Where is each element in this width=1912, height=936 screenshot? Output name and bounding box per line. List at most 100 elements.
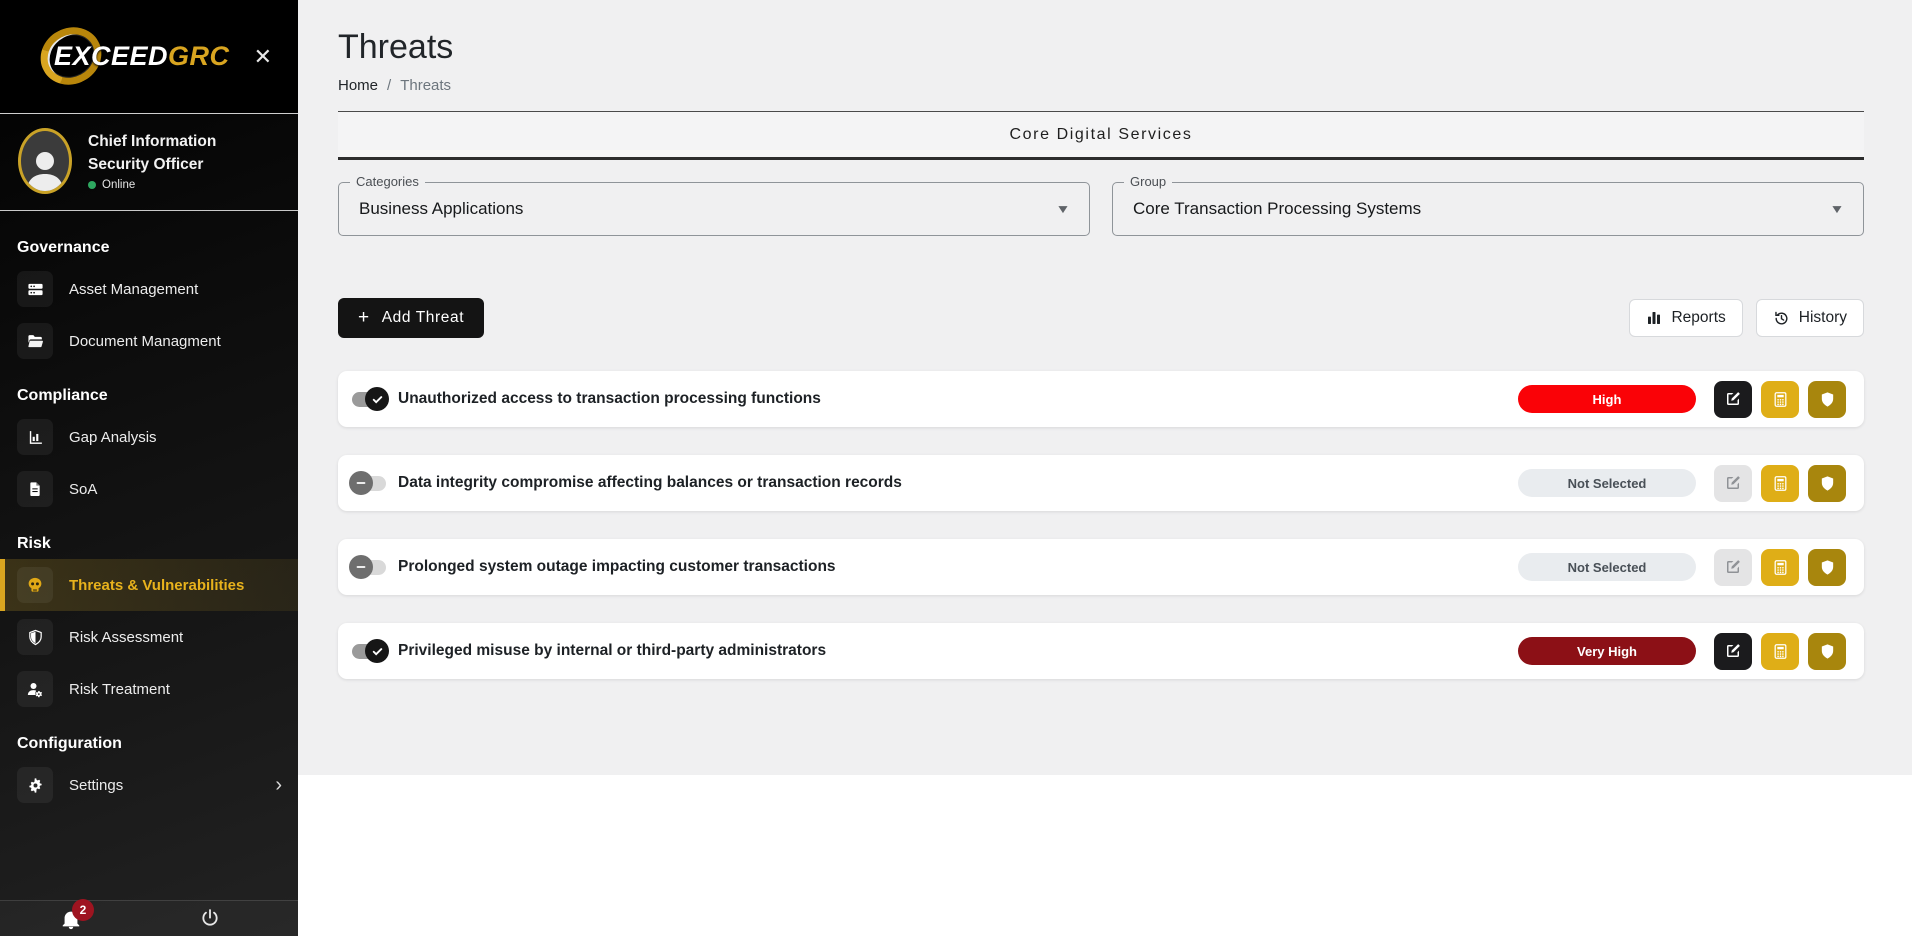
- logout-button[interactable]: [200, 908, 220, 928]
- threat-toggle[interactable]: [352, 476, 386, 491]
- reports-button[interactable]: Reports: [1629, 299, 1742, 337]
- calculator-icon: [1772, 391, 1789, 408]
- avatar: [18, 128, 72, 194]
- calculator-button[interactable]: [1761, 549, 1799, 586]
- threat-name: Prolonged system outage impacting custom…: [398, 558, 836, 576]
- notification-badge: 2: [72, 899, 94, 921]
- toggle-thumb: [349, 471, 373, 495]
- categories-select-value: Business Applications: [359, 199, 523, 219]
- toolbar-right: Reports History: [1629, 299, 1864, 337]
- user-role: Chief Information Security Officer: [88, 131, 280, 176]
- file-icon: [17, 471, 53, 507]
- online-dot-icon: [88, 181, 96, 189]
- edit-pencil-icon: [1724, 474, 1742, 492]
- sidebar-item-risk-treatment[interactable]: Risk Treatment: [0, 663, 298, 715]
- user-meta: Chief Information Security Officer Onlin…: [88, 131, 280, 191]
- edit-pencil-icon: [1724, 642, 1742, 660]
- threat-name: Data integrity compromise affecting bala…: [398, 474, 902, 492]
- sidebar-item-label: Risk Treatment: [69, 681, 170, 698]
- check-icon: [371, 645, 384, 658]
- severity-badge: Not Selected: [1518, 469, 1696, 497]
- plus-icon: +: [358, 307, 370, 329]
- page-title: Threats: [338, 28, 1864, 67]
- group-select[interactable]: Group Core Transaction Processing System…: [1112, 182, 1864, 236]
- threat-toggle[interactable]: [352, 560, 386, 575]
- calculator-button[interactable]: [1761, 465, 1799, 502]
- sidebar: EXCEEDGRC ✕ Chief Information Security O…: [0, 0, 298, 936]
- shield-button[interactable]: [1808, 465, 1846, 502]
- dropdown-arrow-icon: ▼: [1829, 202, 1844, 216]
- sidebar-item-document-management[interactable]: Document Managment: [0, 315, 298, 367]
- breadcrumb: Home / Threats: [338, 77, 1864, 94]
- group-select-value: Core Transaction Processing Systems: [1133, 199, 1421, 219]
- sidebar-header: EXCEEDGRC ✕: [0, 0, 298, 114]
- close-icon[interactable]: ✕: [254, 46, 272, 68]
- shield-icon: [1819, 559, 1836, 576]
- threat-row-actions: Very High: [1518, 633, 1846, 670]
- calculator-icon: [1772, 643, 1789, 660]
- edit-button[interactable]: [1714, 633, 1752, 670]
- sidebar-item-label: Threats & Vulnerabilities: [69, 577, 244, 594]
- bar-chart-icon: [1646, 310, 1662, 326]
- sidebar-item-label: SoA: [69, 481, 97, 498]
- shield-button[interactable]: [1808, 549, 1846, 586]
- calculator-button[interactable]: [1761, 633, 1799, 670]
- sidebar-item-risk-assessment[interactable]: Risk Assessment: [0, 611, 298, 663]
- history-clock-icon: [1773, 310, 1790, 327]
- sidebar-item-asset-management[interactable]: Asset Management: [0, 263, 298, 315]
- severity-badge: Not Selected: [1518, 553, 1696, 581]
- folder-open-icon: [17, 323, 53, 359]
- user-profile[interactable]: Chief Information Security Officer Onlin…: [0, 114, 298, 211]
- categories-select-label: Categories: [350, 174, 425, 189]
- shield-half-icon: [17, 619, 53, 655]
- shield-icon: [1819, 643, 1836, 660]
- sidebar-item-label: Document Managment: [69, 333, 221, 350]
- shield-button[interactable]: [1808, 381, 1846, 418]
- shield-icon: [1819, 475, 1836, 492]
- toggle-thumb: [365, 639, 389, 663]
- user-gear-icon: [17, 671, 53, 707]
- edit-pencil-icon: [1724, 390, 1742, 408]
- chevron-right-icon[interactable]: ›: [275, 774, 282, 797]
- sidebar-item-label: Settings: [69, 777, 123, 794]
- threat-row: Prolonged system outage impacting custom…: [338, 539, 1864, 595]
- history-button[interactable]: History: [1756, 299, 1864, 337]
- sidebar-item-soa[interactable]: SoA: [0, 463, 298, 515]
- gear-icon: [17, 767, 53, 803]
- user-status: Online: [88, 179, 280, 191]
- person-silhouette-icon: [25, 147, 65, 191]
- sidebar-item-gap-analysis[interactable]: Gap Analysis: [0, 411, 298, 463]
- threat-toggle[interactable]: [352, 392, 386, 407]
- shield-button[interactable]: [1808, 633, 1846, 670]
- edit-button[interactable]: [1714, 465, 1752, 502]
- section-compliance: Compliance: [17, 387, 298, 405]
- categories-select[interactable]: Categories Business Applications ▼: [338, 182, 1090, 236]
- severity-badge: Very High: [1518, 637, 1696, 665]
- minus-icon: [355, 477, 367, 489]
- main-content: Threats Home / Threats Core Digital Serv…: [298, 0, 1912, 936]
- edit-button[interactable]: [1714, 381, 1752, 418]
- toggle-thumb: [365, 387, 389, 411]
- edit-button[interactable]: [1714, 549, 1752, 586]
- add-threat-button[interactable]: + Add Threat: [338, 298, 484, 338]
- section-governance: Governance: [17, 239, 298, 257]
- skull-icon: [17, 567, 53, 603]
- calculator-button[interactable]: [1761, 381, 1799, 418]
- threat-row-actions: High: [1518, 381, 1846, 418]
- threat-toggle[interactable]: [352, 644, 386, 659]
- sidebar-item-threats-vulnerabilities[interactable]: Threats & Vulnerabilities: [0, 559, 298, 611]
- section-configuration: Configuration: [17, 735, 298, 753]
- logo-text: EXCEEDGRC: [54, 41, 230, 72]
- breadcrumb-separator: /: [387, 77, 391, 94]
- breadcrumb-home-link[interactable]: Home: [338, 77, 378, 94]
- notifications-button[interactable]: 2: [60, 908, 82, 930]
- minus-icon: [355, 561, 367, 573]
- sidebar-item-settings[interactable]: Settings ›: [0, 759, 298, 811]
- app-root: EXCEEDGRC ✕ Chief Information Security O…: [0, 0, 1912, 936]
- calculator-icon: [1772, 475, 1789, 492]
- power-icon: [200, 908, 220, 928]
- section-risk: Risk: [17, 535, 298, 553]
- sidebar-item-label: Risk Assessment: [69, 629, 183, 646]
- threat-row: Privileged misuse by internal or third-p…: [338, 623, 1864, 679]
- service-panel-header: Core Digital Services: [338, 111, 1864, 160]
